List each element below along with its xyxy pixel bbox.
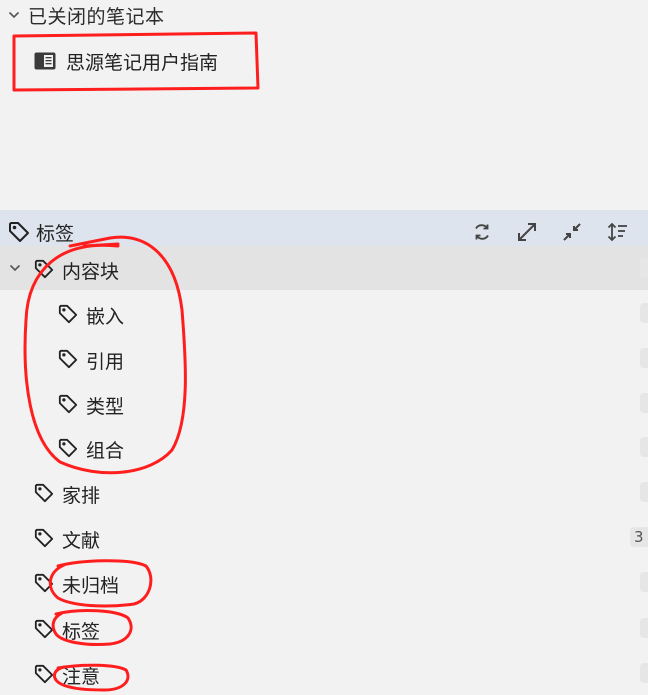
tag-label: 文献 bbox=[62, 530, 101, 552]
closed-notebook-item[interactable]: 思源笔记用户指南 bbox=[14, 36, 254, 86]
tag-label: 引用 bbox=[86, 351, 125, 373]
refresh-button[interactable] bbox=[469, 219, 495, 245]
tag-label: 未归档 bbox=[62, 575, 120, 597]
tag-row-type[interactable]: 类型 bbox=[0, 381, 648, 425]
tag-row-tags[interactable]: 标签 bbox=[0, 606, 648, 650]
tag-label: 嵌入 bbox=[86, 306, 125, 328]
refresh-icon bbox=[475, 224, 489, 240]
closed-notebook-label: 思源笔记用户指南 bbox=[66, 51, 219, 74]
tag-row-embed[interactable]: 嵌入 bbox=[0, 291, 648, 335]
collapse-icon bbox=[563, 223, 581, 241]
tag-count-badge: 3 bbox=[630, 527, 648, 547]
tag-row-content-block[interactable]: 内容块 bbox=[0, 246, 648, 290]
tag-count-badge bbox=[640, 572, 648, 592]
tag-row-literature[interactable]: 文献 3 bbox=[0, 515, 648, 559]
chevron-down-icon[interactable] bbox=[9, 262, 21, 274]
tag-icon bbox=[58, 349, 78, 369]
tag-label: 内容块 bbox=[62, 261, 120, 283]
closed-notebooks-header[interactable]: 已关闭的笔记本 bbox=[0, 0, 648, 30]
tag-icon bbox=[34, 483, 54, 503]
expand-icon bbox=[518, 223, 536, 241]
tag-label: 注意 bbox=[62, 666, 101, 688]
tag-label: 家排 bbox=[62, 485, 101, 507]
chevron-down-icon bbox=[8, 11, 20, 19]
tag-icon bbox=[58, 304, 78, 324]
tag-count-badge bbox=[640, 393, 648, 413]
expand-all-button[interactable] bbox=[514, 219, 540, 245]
tag-count-badge bbox=[640, 437, 648, 457]
tag-count-badge bbox=[640, 258, 648, 278]
closed-notebooks-title: 已关闭的笔记本 bbox=[28, 5, 165, 28]
tag-icon bbox=[58, 394, 78, 414]
tag-row-reference[interactable]: 引用 bbox=[0, 336, 648, 380]
tag-count-badge bbox=[640, 663, 648, 683]
tag-row-group[interactable]: 组合 bbox=[0, 425, 648, 469]
tag-row-unarchived[interactable]: 未归档 bbox=[0, 560, 648, 604]
sort-button[interactable] bbox=[604, 219, 630, 245]
tag-icon bbox=[34, 528, 54, 548]
tag-label: 标签 bbox=[62, 621, 101, 643]
collapse-all-button[interactable] bbox=[559, 219, 585, 245]
sort-icon bbox=[607, 222, 627, 242]
tag-label: 组合 bbox=[86, 440, 125, 462]
tag-count-badge bbox=[640, 303, 648, 323]
notebook-icon bbox=[34, 52, 56, 70]
tag-count-badge bbox=[640, 348, 648, 368]
tag-icon bbox=[34, 664, 54, 684]
tag-icon bbox=[58, 438, 78, 458]
tag-count-badge bbox=[640, 482, 648, 502]
tag-label: 类型 bbox=[86, 396, 125, 418]
tag-count-badge bbox=[640, 618, 648, 638]
tags-panel-title: 标签 bbox=[36, 222, 75, 245]
tag-icon bbox=[34, 259, 54, 279]
tag-icon bbox=[9, 222, 29, 242]
tag-row-attention[interactable]: 注意 bbox=[0, 651, 648, 695]
tag-icon bbox=[34, 619, 54, 639]
tag-icon bbox=[34, 573, 54, 593]
tag-row-family[interactable]: 家排 bbox=[0, 470, 648, 514]
